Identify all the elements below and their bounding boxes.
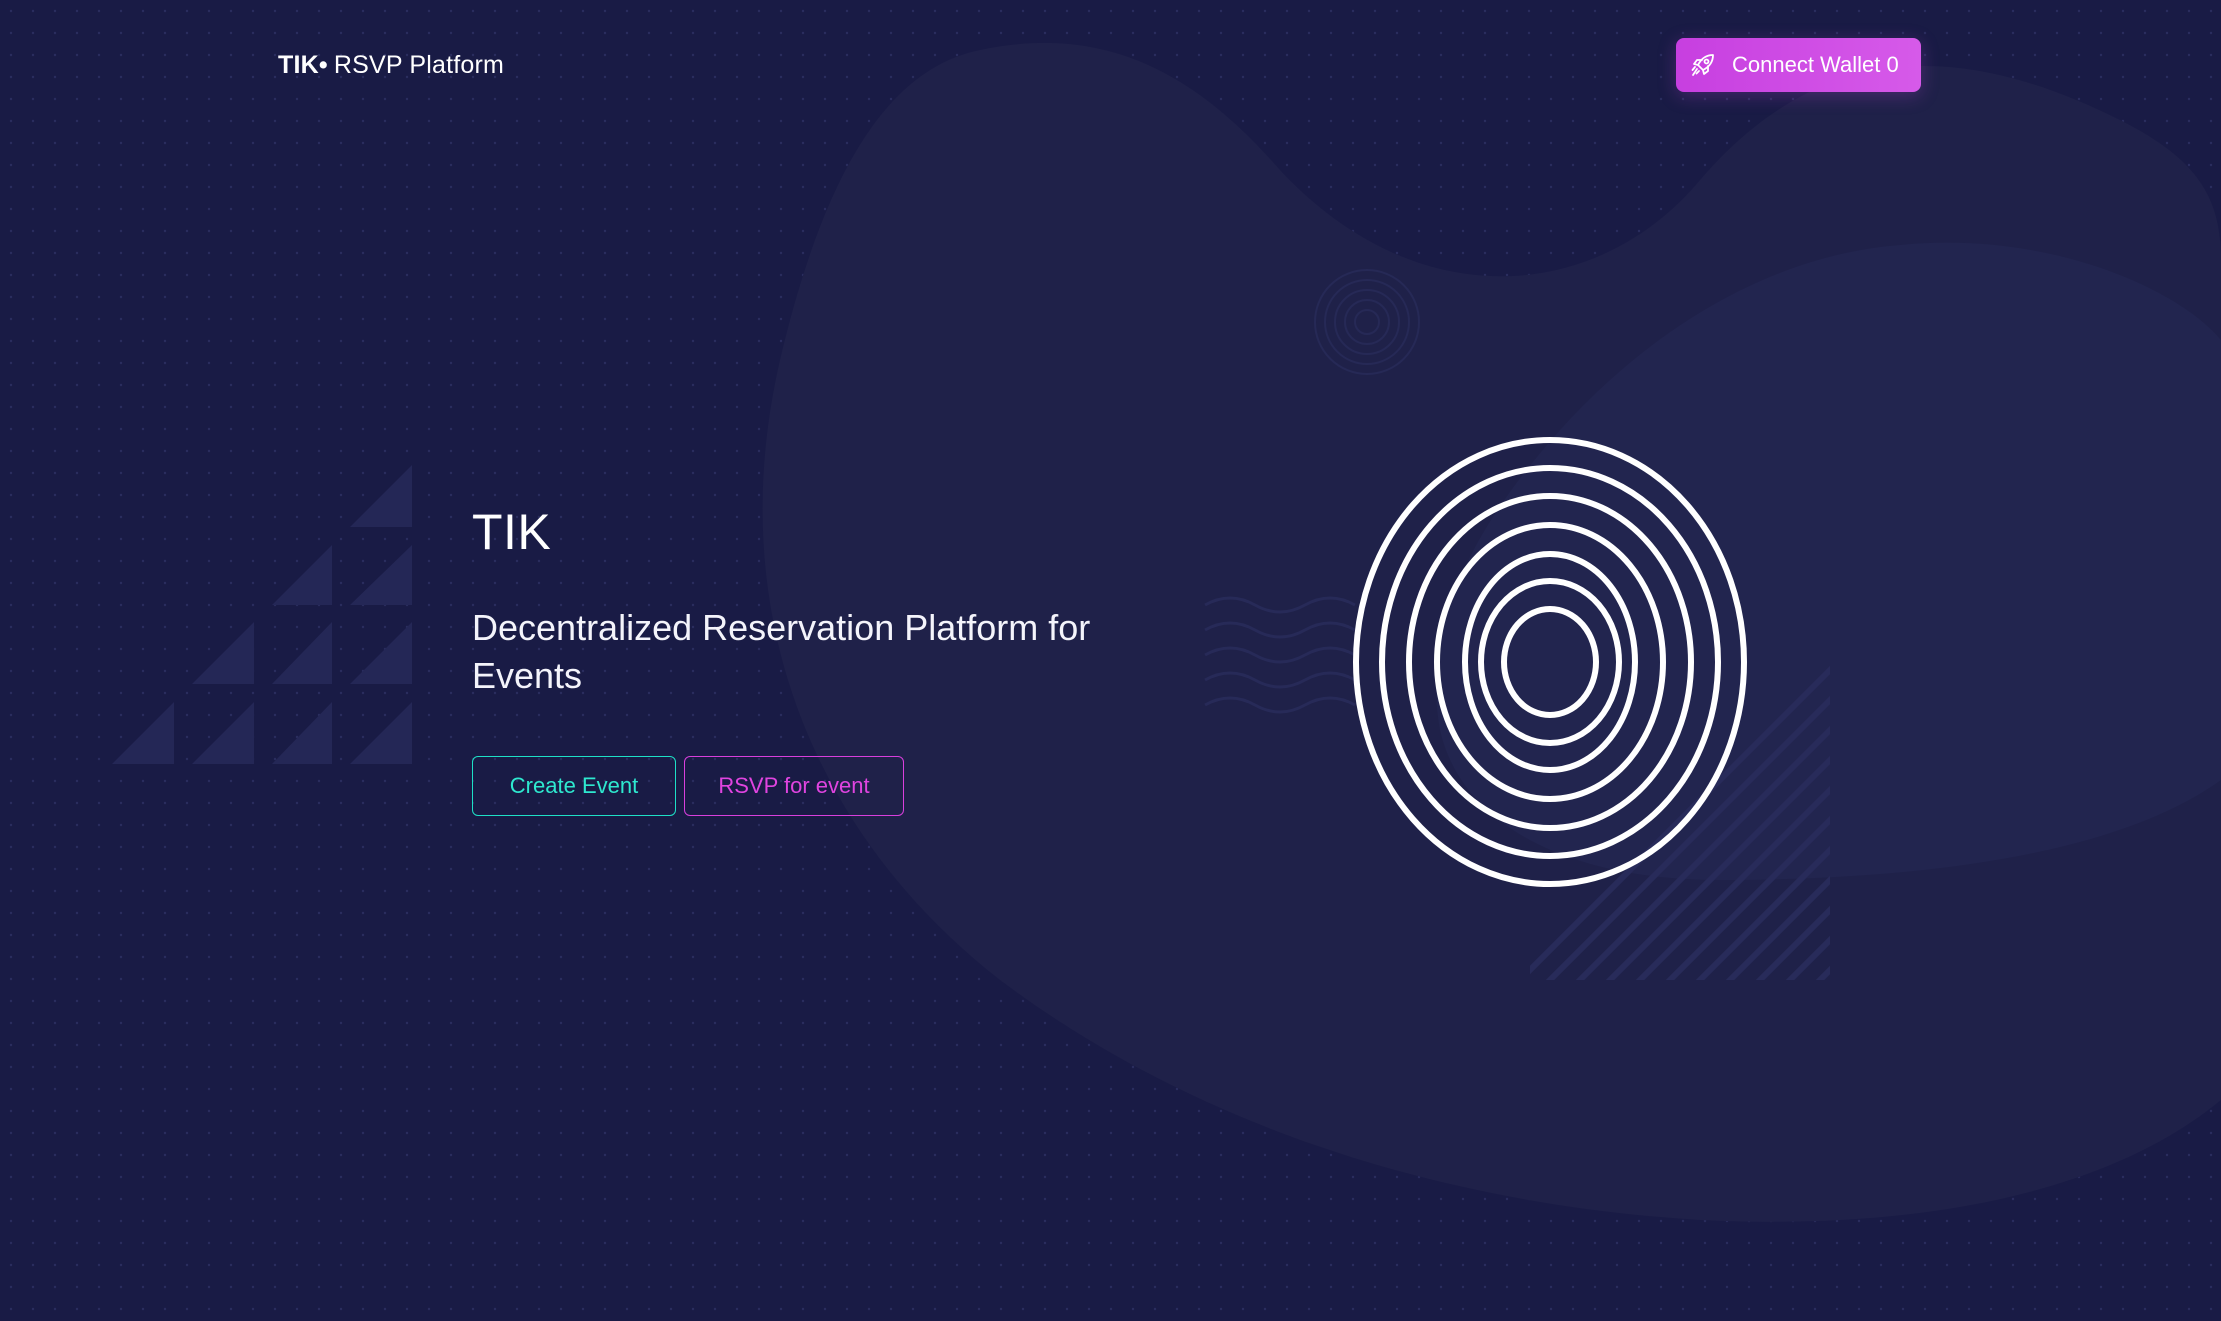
hero-subtitle: Decentralized Reservation Platform for E…: [472, 607, 1091, 696]
brand-name: TIK: [278, 51, 319, 79]
top-navbar: TIK• RSVP Platform Connect Wallet 0: [0, 0, 2221, 130]
connect-wallet-button[interactable]: Connect Wallet 0: [1676, 38, 1921, 92]
hero-actions: Create Event RSVP for event: [472, 756, 1172, 816]
brand-dot: •: [318, 51, 328, 79]
create-event-button[interactable]: Create Event: [472, 756, 676, 816]
concentric-rings-illustration: [1353, 437, 1747, 887]
rsvp-event-button[interactable]: RSVP for event: [684, 756, 904, 816]
connect-wallet-label: Connect Wallet 0: [1732, 52, 1899, 77]
rocket-icon: [1688, 50, 1718, 80]
brand-logo[interactable]: TIK• RSVP Platform: [278, 49, 504, 81]
brand-tagline: RSVP Platform: [333, 51, 505, 79]
hero-section: TIK Decentralized Reservation Platform f…: [472, 500, 1172, 816]
hero-title: TIK: [472, 504, 552, 560]
